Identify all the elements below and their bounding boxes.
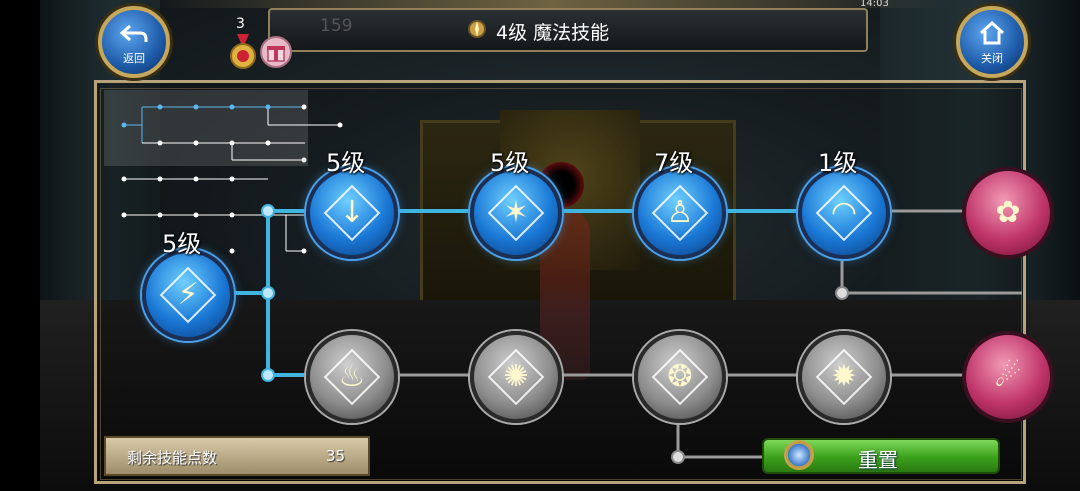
skill-node-5[interactable]: ◠ (798, 167, 890, 259)
back-label: 返回 (123, 52, 145, 65)
skill-node-1[interactable]: ⚡ (142, 249, 234, 341)
skill-node-9[interactable]: ❂ (634, 331, 726, 423)
skill-level-label: 5级 (490, 149, 530, 177)
reset-button-label: 重置 (858, 448, 898, 472)
skill-node-11[interactable]: ☄ (962, 331, 1054, 423)
magic-comet-icon: ☄ (994, 359, 1022, 394)
skill-node-10[interactable]: ✹ (798, 331, 890, 423)
skill-node-7[interactable]: ♨ (306, 331, 398, 423)
green-vortex-icon: ❂ (667, 359, 693, 394)
close-button[interactable]: 关闭 (956, 6, 1028, 78)
figure-buff-icon: ♙ (666, 195, 694, 230)
skill-level-label: 7级 (654, 149, 694, 177)
skill-node-4[interactable]: ♙ (634, 167, 726, 259)
badge-count: 3 (236, 16, 245, 32)
gold-count: 159 (320, 16, 353, 36)
skill-level-label: 1级 (818, 149, 858, 177)
explosion-icon: ✺ (503, 359, 529, 394)
skill-node-8[interactable]: ✺ (470, 331, 562, 423)
medal-icon[interactable] (228, 34, 258, 74)
gift-icon[interactable] (260, 36, 292, 68)
skill-level-label: 5级 (326, 149, 366, 177)
close-label: 关闭 (981, 52, 1003, 65)
status-time: 14:03 (860, 0, 889, 9)
spread-shot-icon: ✶ (503, 195, 529, 230)
skill-points-value: 35 (326, 447, 346, 465)
home-icon (979, 20, 1005, 45)
magic-skill-icon (468, 20, 486, 38)
page-title: 4级 魔法技能 (496, 22, 610, 44)
wind-slash-icon: ⚡ (177, 277, 199, 312)
skill-node-6[interactable]: ✿ (962, 167, 1054, 259)
skill-node-3[interactable]: ✶ (470, 167, 562, 259)
back-button[interactable]: 返回 (98, 6, 170, 78)
game-screen: ⚡ 5级 ↓ 5级 ✶ 5级 ♙ 7级 ◠ 1级 ✿ ♨ ✺ ❂ ✹ ☄ 4级 … (0, 0, 1080, 491)
fire-wall-icon: ♨ (338, 359, 366, 394)
starburst-icon: ✹ (831, 359, 857, 394)
downward-spear-icon: ↓ (339, 195, 365, 230)
skill-level-label: 5级 (162, 230, 202, 258)
back-arrow-icon (120, 24, 148, 42)
reset-gem-icon (784, 440, 814, 470)
rune-circle-icon: ✿ (995, 195, 1021, 230)
skill-points-label: 剩余技能点数 (127, 449, 218, 467)
skill-node-2[interactable]: ↓ (306, 167, 398, 259)
dome-shield-icon: ◠ (830, 195, 858, 230)
